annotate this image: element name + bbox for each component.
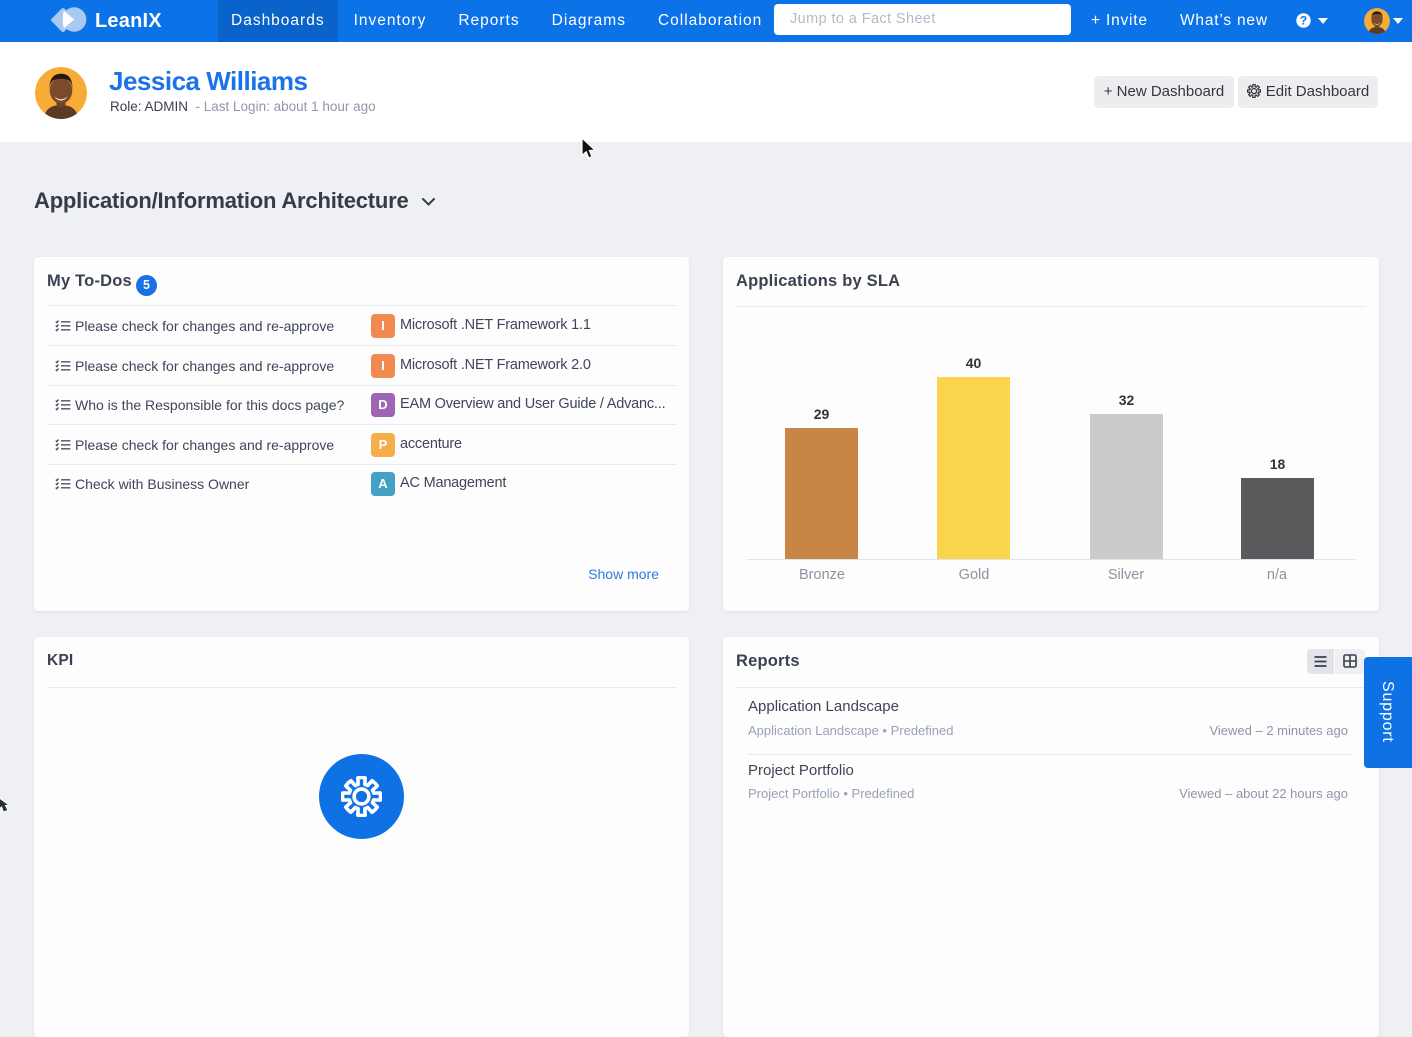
svg-text:?: ? [1300,13,1307,27]
